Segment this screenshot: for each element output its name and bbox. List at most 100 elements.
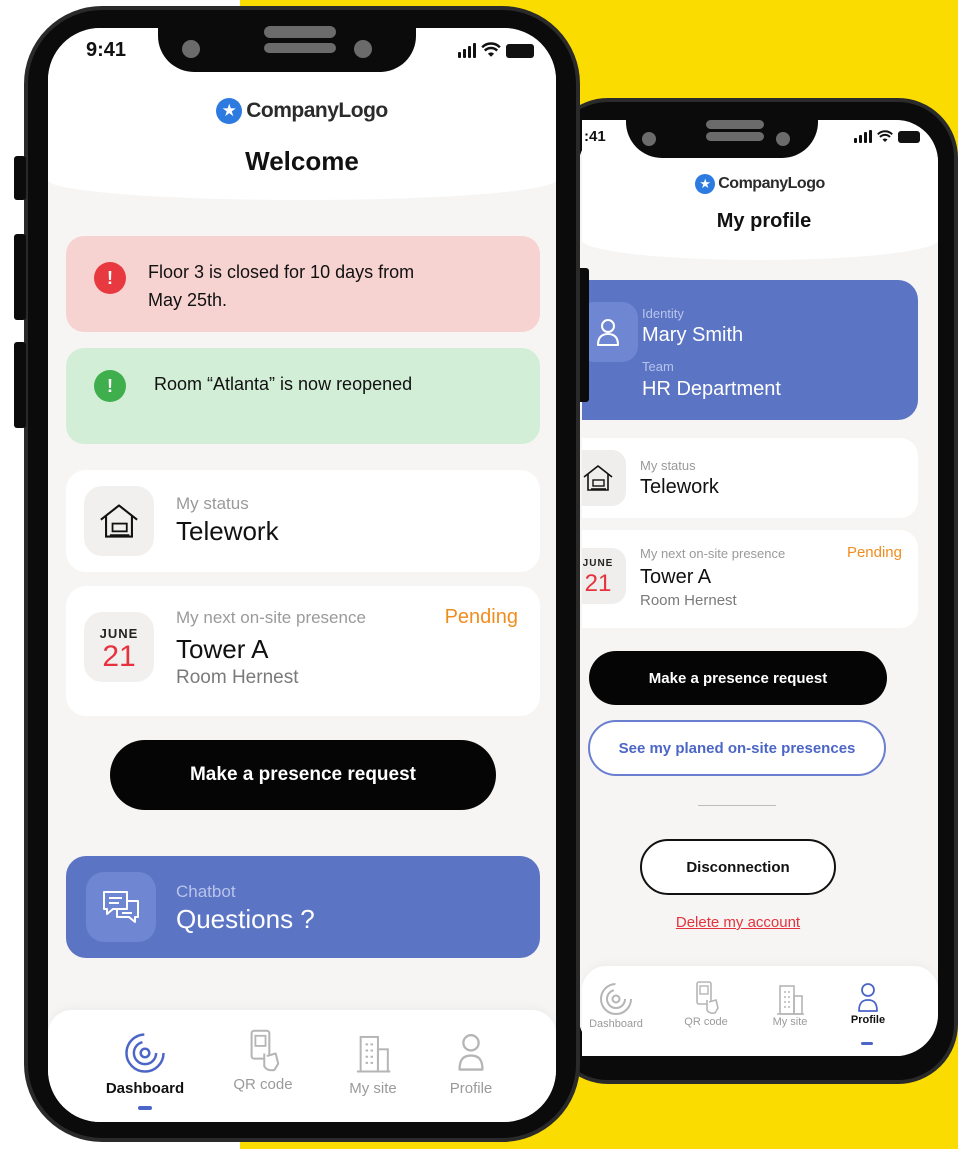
active-indicator xyxy=(861,1042,873,1045)
volume-up-button xyxy=(14,234,26,320)
building-icon xyxy=(356,1035,391,1073)
date-month: JUNE xyxy=(99,626,139,641)
battery-icon xyxy=(506,44,534,58)
active-indicator xyxy=(138,1106,152,1110)
status-label: My status xyxy=(640,458,696,473)
date-tile: JUNE 21 xyxy=(84,612,154,682)
nav-label: Profile xyxy=(449,1080,493,1097)
qr-scan-icon xyxy=(250,1029,280,1072)
profile-screen-content: :41 ★ CompanyLogo My profile Identity Ma… xyxy=(582,120,938,1056)
identity-label: Identity xyxy=(642,306,684,321)
nav-profile[interactable]: Profile xyxy=(426,1032,516,1097)
volume-down-button xyxy=(14,342,26,428)
disconnection-button[interactable]: Disconnection xyxy=(640,839,836,895)
dashboard-icon xyxy=(600,983,632,1015)
user-icon xyxy=(597,319,619,346)
status-icon-tile xyxy=(582,450,626,506)
qr-scan-icon xyxy=(696,981,719,1014)
status-icons xyxy=(854,130,920,143)
date-tile: JUNE 21 xyxy=(582,548,626,604)
date-day: 21 xyxy=(584,570,612,597)
nav-label: QR code xyxy=(233,1076,293,1093)
building-name: Tower A xyxy=(640,566,712,588)
status-label: My status xyxy=(176,494,249,513)
alert-text: Room “Atlanta” is now reopened xyxy=(154,374,413,394)
nav-label: My site xyxy=(349,1080,397,1097)
status-value: Telework xyxy=(640,476,719,498)
nav-dashboard[interactable]: Dashboard xyxy=(100,1032,190,1097)
wifi-icon xyxy=(877,130,893,142)
logo-text: CompanyLogo xyxy=(246,99,388,122)
identity-card[interactable]: Identity Mary Smith Team HR Department xyxy=(582,280,918,420)
exclamation-icon: ! xyxy=(94,370,126,402)
pending-badge: Pending xyxy=(444,606,518,628)
house-telework-icon xyxy=(100,504,138,538)
alert-text-line1: Floor 3 is closed for 10 days from xyxy=(148,262,415,282)
page-title: Welcome xyxy=(245,146,359,176)
nav-label: Dashboard xyxy=(105,1080,185,1097)
status-time: 9:41 xyxy=(86,39,127,61)
alert-room-reopened[interactable]: ! Room “Atlanta” is now reopened xyxy=(66,348,540,444)
main-bottom-nav: Dashboard QR code My site Profile xyxy=(48,1010,556,1122)
house-telework-icon xyxy=(583,465,613,491)
delete-account-link[interactable]: Delete my account xyxy=(582,914,938,931)
nav-my-site[interactable]: My site xyxy=(758,982,822,1028)
make-presence-request-button[interactable]: Make a presence request xyxy=(589,651,887,705)
nav-label: Dashboard xyxy=(589,1018,643,1030)
exclamation-icon: ! xyxy=(94,262,126,294)
presence-label: My next on-site presence xyxy=(640,546,786,561)
room-name: Room Hernest xyxy=(640,592,737,609)
star-icon: ★ xyxy=(216,98,243,124)
dashboard-icon xyxy=(125,1033,165,1073)
nav-my-site[interactable]: My site xyxy=(328,1032,418,1097)
nav-profile[interactable]: Profile xyxy=(836,982,900,1026)
team-label: Team xyxy=(642,359,674,374)
room-name: Room Hernest xyxy=(176,667,299,688)
alert-text-line2: May 25th. xyxy=(148,290,228,310)
status-icons xyxy=(458,42,534,58)
page-title: My profile xyxy=(716,210,812,232)
status-card[interactable]: My status Telework xyxy=(582,438,918,518)
building-icon xyxy=(777,985,804,1015)
chatbot-card[interactable]: Chatbot Questions ? xyxy=(66,856,540,958)
main-screen: 9:41 ★ CompanyLogo Welcome ! Floor 3 is … xyxy=(48,28,556,1122)
signal-icon xyxy=(854,130,872,143)
chat-icon-tile xyxy=(86,872,156,942)
team-value: HR Department xyxy=(642,378,781,400)
profile-company-logo: ★ CompanyLogo xyxy=(582,172,938,196)
logo-text: CompanyLogo xyxy=(718,175,825,192)
main-company-logo: ★ CompanyLogo xyxy=(48,96,556,126)
nav-dashboard[interactable]: Dashboard xyxy=(584,982,648,1030)
star-icon: ★ xyxy=(695,174,716,194)
nav-label: QR code xyxy=(684,1016,728,1028)
presence-card[interactable]: JUNE 21 My next on-site presence Pending… xyxy=(582,530,918,628)
status-icon-tile xyxy=(84,486,154,556)
wifi-icon xyxy=(481,42,501,57)
status-value: Telework xyxy=(176,516,279,546)
user-icon xyxy=(858,983,878,1012)
profile-notch xyxy=(626,110,818,158)
date-month: JUNE xyxy=(582,558,614,569)
divider xyxy=(698,805,776,806)
alert-floor-closed[interactable]: ! Floor 3 is closed for 10 days from May… xyxy=(66,236,540,332)
mute-switch xyxy=(14,156,26,200)
signal-icon xyxy=(458,43,476,58)
status-time: :41 xyxy=(584,128,606,145)
see-planned-presences-button[interactable]: See my planed on-site presences xyxy=(588,720,886,776)
chatbot-title: Questions ? xyxy=(176,904,315,934)
date-day: 21 xyxy=(102,640,136,673)
status-card[interactable]: My status Telework xyxy=(66,470,540,572)
chatbot-label: Chatbot xyxy=(176,882,236,901)
building-name: Tower A xyxy=(176,634,269,664)
main-notch xyxy=(158,26,416,72)
nav-qr-code[interactable]: QR code xyxy=(674,980,738,1028)
pending-badge: Pending xyxy=(846,544,902,561)
nav-qr-code[interactable]: QR code xyxy=(218,1028,308,1093)
profile-bottom-nav: Dashboard QR code My site Profile xyxy=(582,966,938,1056)
nav-label: Profile xyxy=(850,1014,886,1026)
presence-card[interactable]: JUNE 21 My next on-site presence Pending… xyxy=(66,586,540,716)
nav-label: My site xyxy=(772,1016,808,1028)
user-icon xyxy=(458,1034,484,1071)
identity-avatar-tile xyxy=(582,302,638,362)
make-presence-request-button[interactable]: Make a presence request xyxy=(110,740,496,810)
